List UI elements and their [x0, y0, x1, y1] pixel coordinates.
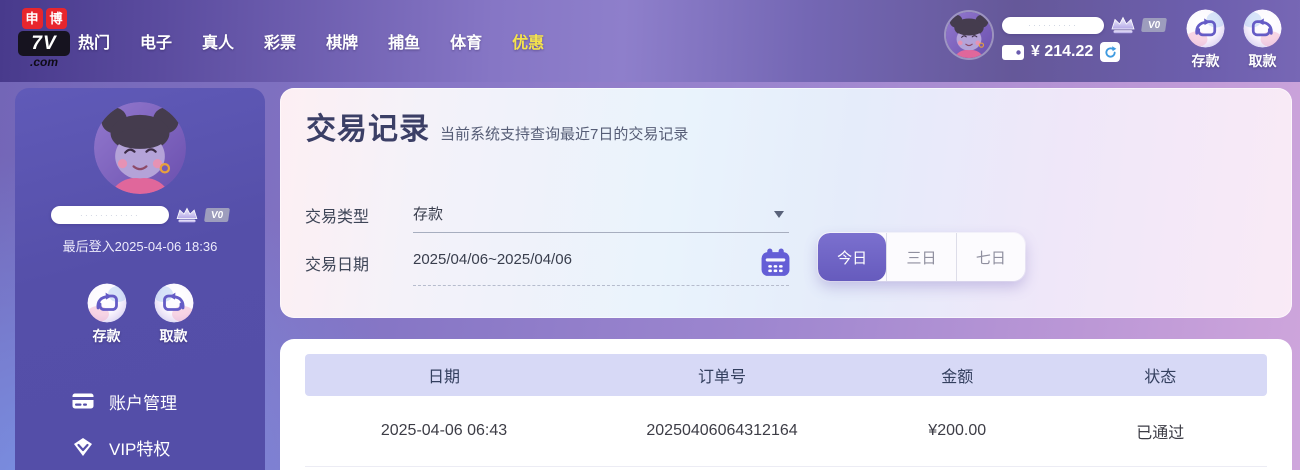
table-header-amount: 金额	[861, 363, 1053, 387]
withdraw-icon	[1243, 9, 1282, 48]
app-screen: 申 博 7V .com 热门 电子 真人 彩票 棋牌 捕鱼 体育 优惠 ····…	[0, 0, 1300, 470]
sidebar-deposit-label: 存款	[93, 326, 121, 346]
bank-card-icon	[71, 393, 95, 409]
nav-item-fishing[interactable]: 捕鱼	[388, 29, 420, 53]
table-header-date: 日期	[305, 363, 583, 387]
date-range-button-group: 今日 三日 七日	[818, 233, 1025, 281]
calendar-icon	[760, 247, 791, 278]
username-redacted: ··········	[1002, 17, 1104, 34]
balance-amount: ¥ 214.22	[1031, 43, 1093, 61]
brand-logo[interactable]: 申 博 7V .com	[18, 8, 70, 69]
wallet-row: ¥ 214.22	[1002, 42, 1166, 62]
header-user-info: ·········· V0 ¥ 214.22	[1002, 12, 1166, 62]
table-header-status: 状态	[1053, 363, 1267, 387]
sidebar-item-account-management[interactable]: 账户管理	[71, 382, 265, 420]
transaction-type-select[interactable]: 存款	[413, 201, 789, 233]
nav-item-sports[interactable]: 体育	[450, 29, 482, 53]
cell-order-no: 20250406064312164	[583, 422, 861, 440]
deposit-icon	[1186, 9, 1225, 48]
sidebar-avatar	[94, 102, 186, 194]
header-user-cluster: ·········· V0 ¥ 214.22	[946, 12, 1166, 62]
panel-header: 交易记录 当前系统支持查询最近7日的交易记录	[306, 104, 688, 148]
sidebar-user-line: ············ V0	[51, 206, 229, 224]
page-title: 交易记录	[306, 104, 430, 148]
nav-item-live[interactable]: 真人	[202, 29, 234, 53]
transaction-date-label: 交易日期	[305, 251, 369, 275]
sidebar-username-redacted: ············	[51, 206, 169, 224]
sidebar-vip-level-badge: V0	[204, 208, 230, 222]
sidebar: ············ V0 最后登入2025-04-06 18:36 存款 …	[15, 88, 265, 470]
wallet-icon	[1002, 45, 1024, 60]
calendar-button[interactable]	[760, 247, 791, 278]
withdraw-icon	[154, 283, 194, 323]
deposit-icon	[87, 283, 127, 323]
last-login-text: 最后登入2025-04-06 18:36	[63, 236, 218, 255]
transaction-type-label: 交易类型	[305, 203, 369, 227]
crown-icon	[175, 206, 199, 224]
top-navbar: 申 博 7V .com 热门 电子 真人 彩票 棋牌 捕鱼 体育 优惠 ····…	[0, 0, 1300, 82]
sidebar-quick-actions: 存款 取款	[87, 283, 194, 346]
header-quick-actions: 存款 取款	[1186, 9, 1282, 71]
header-user-top: ·········· V0	[1002, 15, 1166, 35]
refresh-balance-button[interactable]	[1100, 42, 1120, 62]
brand-tld: .com	[18, 56, 70, 69]
chevron-down-icon	[774, 211, 784, 223]
nav-item-promos[interactable]: 优惠	[512, 29, 544, 53]
range-button-7days[interactable]: 七日	[956, 233, 1025, 281]
sidebar-withdraw-button[interactable]: 取款	[154, 283, 194, 346]
crown-icon	[1110, 15, 1136, 35]
brand-badges: 申 博	[18, 8, 70, 29]
vip-level-badge: V0	[1141, 18, 1167, 32]
withdraw-button[interactable]: 取款	[1243, 9, 1282, 71]
transaction-date-input[interactable]: 2025/04/06~2025/04/06	[413, 249, 789, 286]
cell-amount: ¥200.00	[861, 422, 1053, 440]
sidebar-item-label: VIP特权	[109, 435, 170, 460]
brand-badge-1: 申	[22, 8, 43, 29]
transaction-type-value: 存款	[413, 201, 443, 224]
sidebar-item-label: 账户管理	[109, 389, 177, 414]
main-content: 交易记录 当前系统支持查询最近7日的交易记录 交易类型 存款 交易日期 2025…	[280, 88, 1292, 470]
withdraw-label: 取款	[1249, 51, 1277, 71]
vip-diamond-icon	[71, 437, 95, 457]
transaction-date-value: 2025/04/06~2025/04/06	[413, 249, 572, 268]
sidebar-item-vip-privileges[interactable]: VIP特权	[71, 428, 265, 466]
range-button-today[interactable]: 今日	[818, 233, 886, 281]
table-header-order-no: 订单号	[583, 363, 861, 387]
sidebar-withdraw-label: 取款	[160, 326, 188, 346]
nav-item-hot[interactable]: 热门	[78, 29, 110, 53]
refresh-icon	[1103, 45, 1118, 60]
cell-status: 已通过	[1053, 419, 1267, 443]
sidebar-deposit-button[interactable]: 存款	[87, 283, 127, 346]
brand-name: 7V	[18, 31, 70, 56]
brand-badge-2: 博	[46, 8, 67, 29]
table-header-row: 日期 订单号 金额 状态	[305, 354, 1267, 396]
page-subtitle: 当前系统支持查询最近7日的交易记录	[440, 123, 688, 144]
nav-item-slots[interactable]: 电子	[140, 29, 172, 53]
transaction-filter-panel: 交易记录 当前系统支持查询最近7日的交易记录 交易类型 存款 交易日期 2025…	[280, 88, 1292, 318]
transaction-table-panel: 日期 订单号 金额 状态 2025-04-06 06:43 2025040606…	[280, 339, 1292, 470]
deposit-label: 存款	[1192, 51, 1220, 71]
cell-date: 2025-04-06 06:43	[305, 422, 583, 440]
range-button-3days[interactable]: 三日	[886, 233, 955, 281]
avatar[interactable]	[946, 12, 992, 58]
deposit-button[interactable]: 存款	[1186, 9, 1225, 71]
nav-item-cards[interactable]: 棋牌	[326, 29, 358, 53]
nav-item-lottery[interactable]: 彩票	[264, 29, 296, 53]
page-background: ············ V0 最后登入2025-04-06 18:36 存款 …	[0, 82, 1300, 470]
main-navigation: 热门 电子 真人 彩票 棋牌 捕鱼 体育 优惠	[78, 0, 544, 82]
table-row: 2025-04-06 06:43 20250406064312164 ¥200.…	[305, 396, 1267, 467]
sidebar-menu: 账户管理 VIP特权	[15, 382, 265, 466]
